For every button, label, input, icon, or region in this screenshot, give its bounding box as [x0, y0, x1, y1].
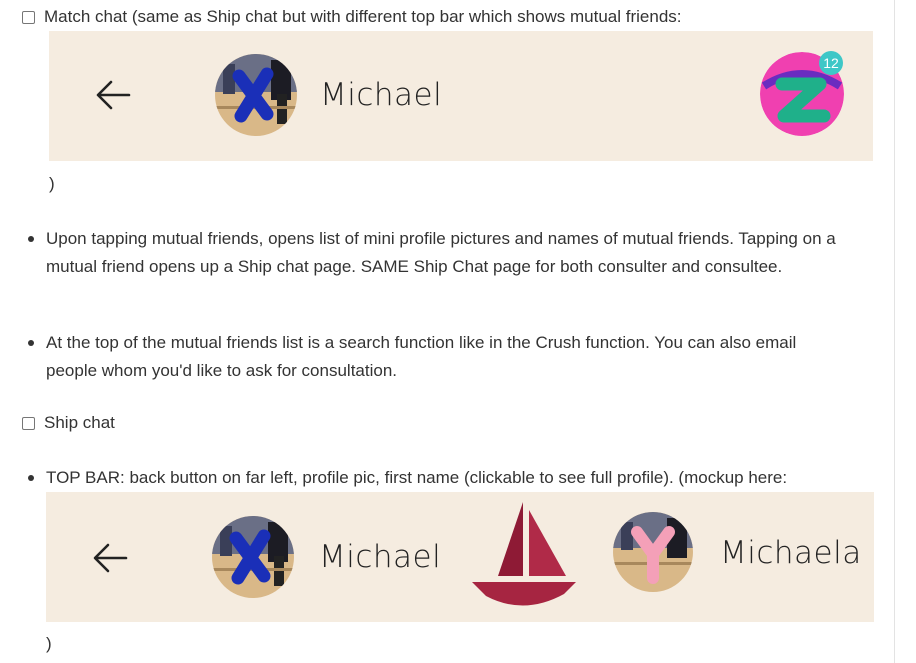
y-letter-icon — [613, 512, 693, 592]
sailboat-icon — [472, 502, 576, 606]
page-right-border — [894, 0, 895, 663]
bullet-dot — [28, 236, 34, 242]
ship-chat-checkbox[interactable] — [22, 416, 35, 430]
match-chat-mockup: Michael 12 — [49, 31, 873, 161]
profile-avatar-left[interactable] — [212, 516, 294, 598]
profile-avatar-right[interactable] — [613, 512, 693, 592]
profile-name[interactable]: Michael — [320, 77, 442, 113]
back-arrow-icon[interactable] — [95, 79, 131, 111]
ship-chat-close-paren: ) — [46, 634, 52, 653]
bullet-dot — [28, 475, 34, 481]
back-arrow-icon[interactable] — [92, 542, 128, 574]
match-chat-label: Match chat (same as Ship chat but with d… — [44, 7, 682, 26]
profile-name-right[interactable]: Michaela — [720, 535, 862, 571]
x-letter-icon — [212, 516, 294, 598]
profile-avatar[interactable] — [215, 54, 297, 136]
x-letter-icon — [215, 54, 297, 136]
ship-chat-label: Ship chat — [44, 413, 115, 432]
profile-name-left[interactable]: Michael — [319, 539, 441, 575]
match-chat-item: Match chat (same as Ship chat but with d… — [22, 6, 682, 28]
bullet-mutual-friends-tap: Upon tapping mutual friends, opens list … — [46, 229, 836, 276]
bullet-dot — [28, 340, 34, 346]
mutual-count-badge: 12 — [819, 51, 843, 75]
bullet-mutual-friends-search: At the top of the mutual friends list is… — [46, 333, 797, 380]
ship-chat-mockup: Michael Michaela — [46, 492, 874, 622]
match-chat-close-paren: ) — [49, 174, 55, 193]
match-chat-checkbox[interactable] — [22, 10, 35, 24]
ship-chat-item: Ship chat — [22, 412, 115, 434]
bullet-top-bar: TOP BAR: back button on far left, profil… — [46, 468, 788, 487]
